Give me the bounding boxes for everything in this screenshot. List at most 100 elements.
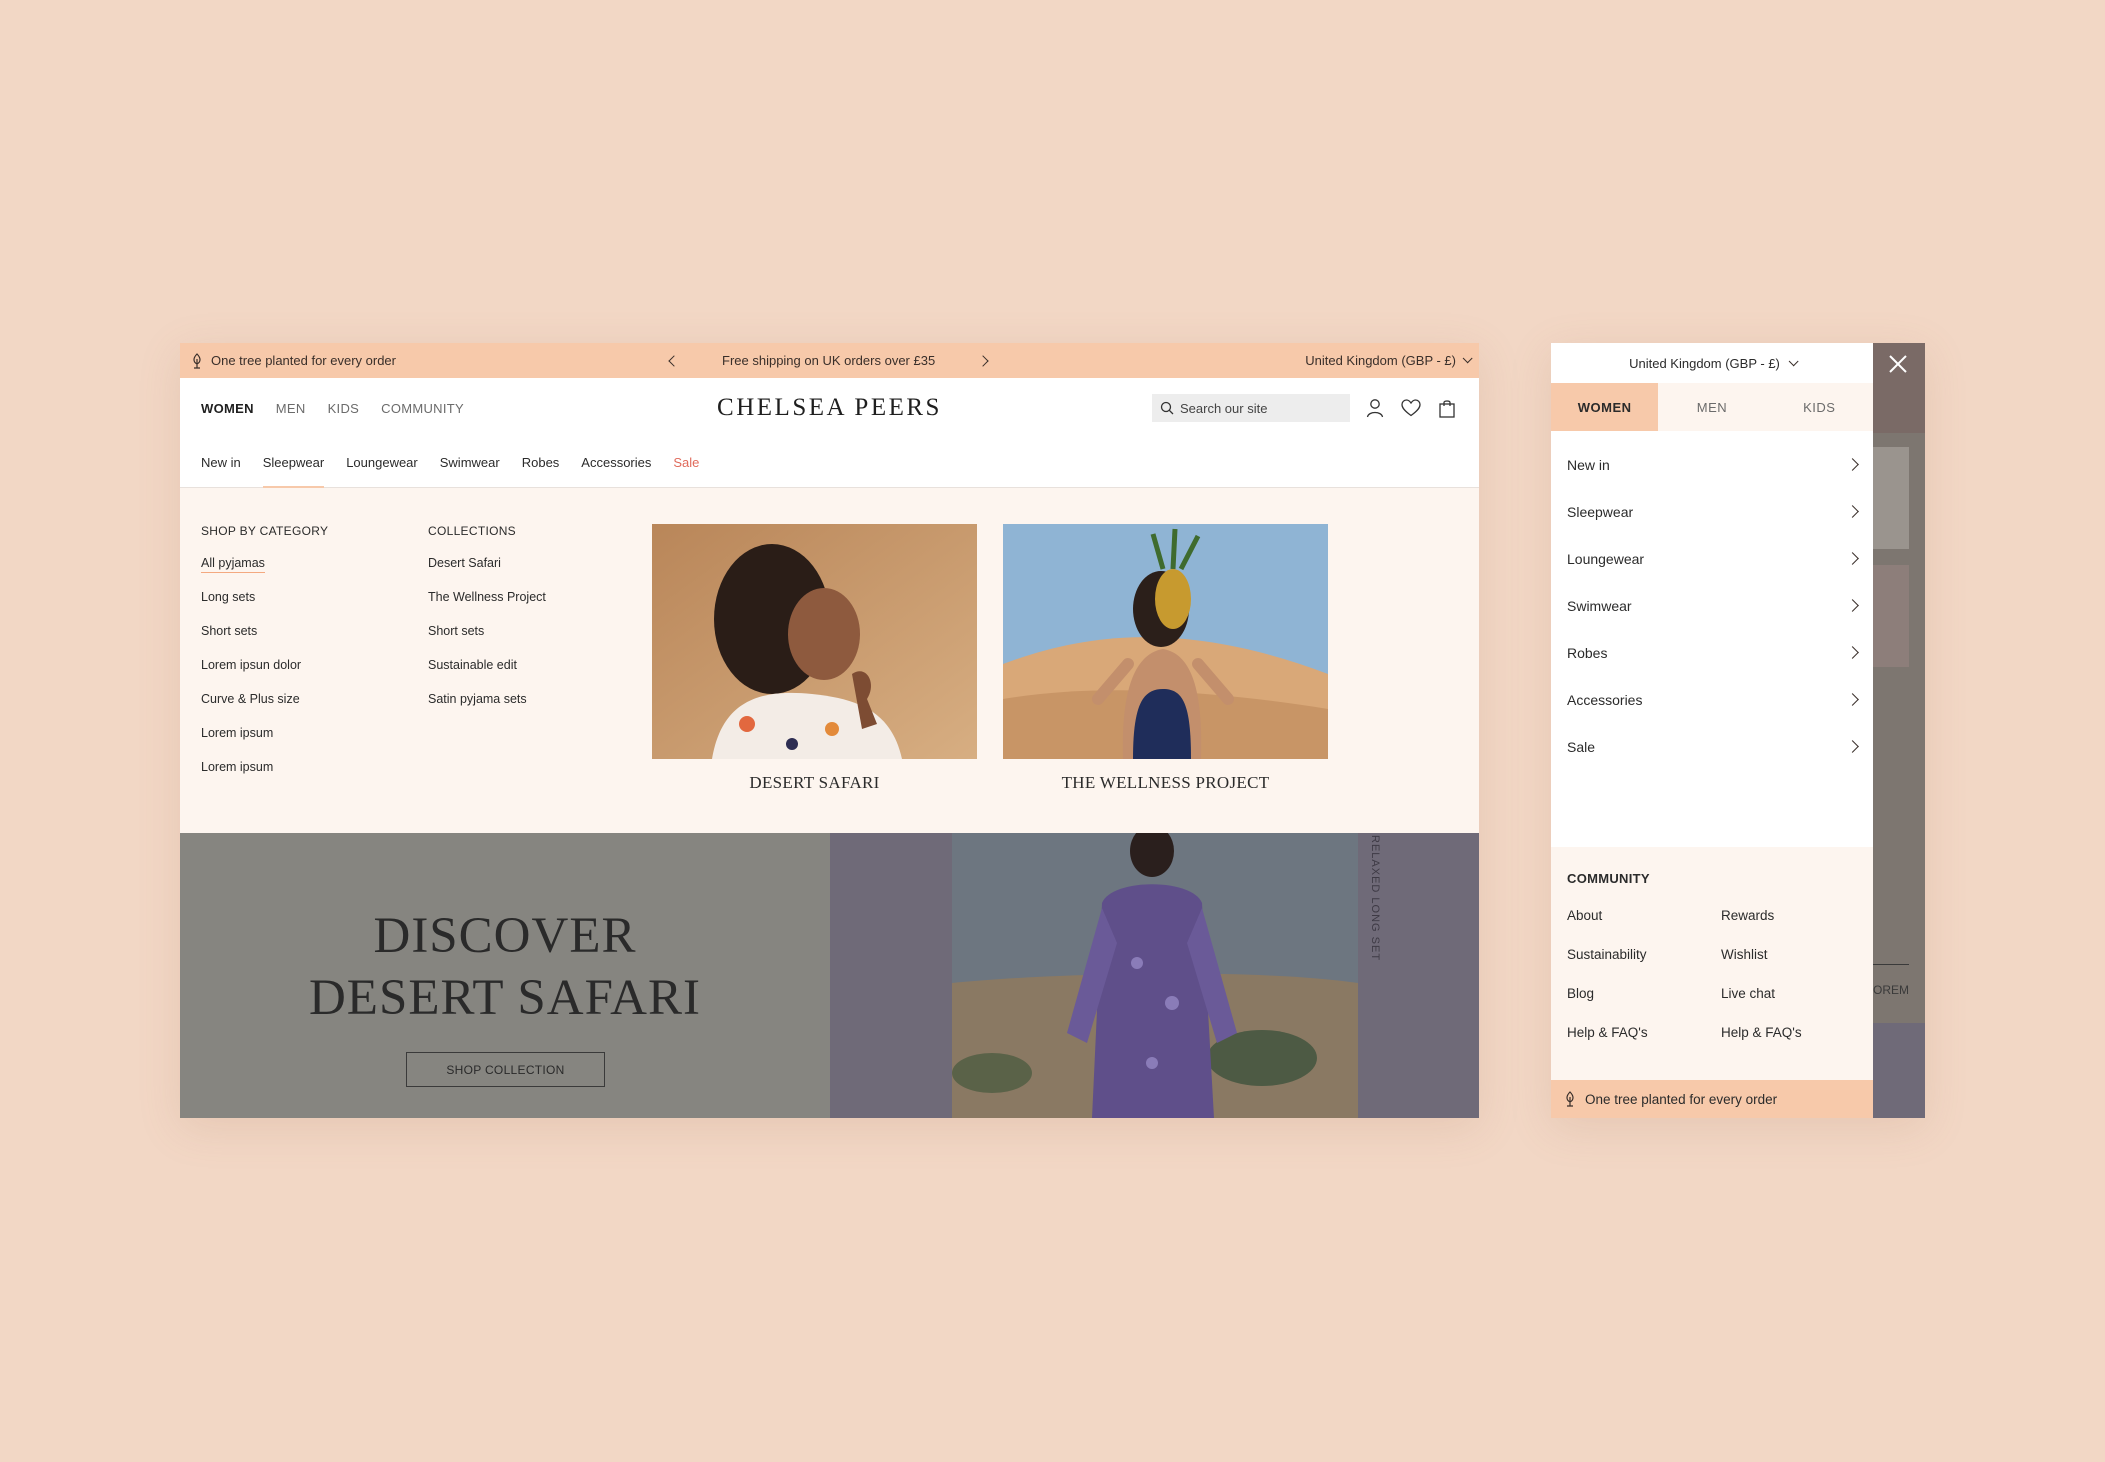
mobile-tab-men[interactable]: MEN xyxy=(1658,383,1766,431)
tab-men[interactable]: MEN xyxy=(276,401,306,416)
chevron-right-icon xyxy=(1846,693,1859,706)
nav-actions: Search our site xyxy=(1152,394,1458,422)
wellness-project-image xyxy=(1003,524,1328,759)
user-icon xyxy=(1366,399,1384,418)
community-link[interactable]: Live chat xyxy=(1721,986,1873,1001)
chevron-left-icon[interactable] xyxy=(668,354,680,367)
shop-by-category-heading: SHOP BY CATEGORY xyxy=(201,524,329,538)
mega-link[interactable]: Lorem ipsun dolor xyxy=(201,658,428,672)
mega-link[interactable]: The Wellness Project xyxy=(428,590,655,604)
cat-robes[interactable]: Robes xyxy=(522,438,560,487)
hero-banner: DISCOVER DESERT SAFARI SHOP COLLECTION R… xyxy=(180,833,1479,1118)
mega-link[interactable]: Short sets xyxy=(201,624,428,638)
wishlist-button[interactable] xyxy=(1400,397,1422,419)
community-link[interactable]: Help & FAQ's xyxy=(1721,1025,1873,1040)
chevron-down-icon xyxy=(1462,353,1473,364)
chevron-right-icon xyxy=(1846,740,1859,753)
cat-loungewear[interactable]: Loungewear xyxy=(346,438,418,487)
mega-link[interactable]: Satin pyjama sets xyxy=(428,692,655,706)
cat-accessories[interactable]: Accessories xyxy=(581,438,651,487)
gender-tabs: WOMEN MEN KIDS COMMUNITY xyxy=(201,401,464,416)
community-link[interactable]: Wishlist xyxy=(1721,947,1873,962)
promo-carousel: Free shipping on UK orders over £35 xyxy=(668,353,989,368)
mobile-menu-item[interactable]: New in xyxy=(1567,441,1859,488)
search-placeholder: Search our site xyxy=(1180,400,1268,416)
desert-safari-caption: DESERT SAFARI xyxy=(749,773,880,792)
chevron-down-icon xyxy=(1788,355,1799,366)
mobile-menu-item[interactable]: Sale xyxy=(1567,723,1859,770)
close-icon[interactable] xyxy=(1885,351,1911,377)
desert-safari-image xyxy=(652,524,977,759)
chevron-right-icon xyxy=(1846,458,1859,471)
region-label: United Kingdom (GBP - £) xyxy=(1305,353,1456,368)
mega-link[interactable]: Sustainable edit xyxy=(428,658,655,672)
shopping-bag-icon xyxy=(1439,399,1455,418)
collections-heading: COLLECTIONS xyxy=(428,524,516,538)
mobile-community-section: COMMUNITY About Rewards Sustainability W… xyxy=(1551,847,1873,1080)
chevron-right-icon xyxy=(1846,646,1859,659)
mega-link[interactable]: Curve & Plus size xyxy=(201,692,428,706)
mobile-tab-kids[interactable]: KIDS xyxy=(1765,383,1873,431)
shop-by-category-column: SHOP BY CATEGORY All pyjamas Long sets S… xyxy=(201,524,428,797)
community-link[interactable]: Rewards xyxy=(1721,908,1873,923)
mobile-menu-list: New in Sleepwear Loungewear Swimwear Rob… xyxy=(1551,431,1873,770)
chevron-right-icon xyxy=(1846,505,1859,518)
tree-icon xyxy=(1566,1091,1574,1107)
cat-new-in[interactable]: New in xyxy=(201,438,241,487)
community-link[interactable]: Blog xyxy=(1567,986,1721,1001)
collection-card-desert-safari[interactable]: DESERT SAFARI xyxy=(652,524,977,793)
mega-link[interactable]: All pyjamas xyxy=(201,556,428,573)
brand-logo[interactable]: CHELSEA PEERS xyxy=(717,394,942,422)
desktop-mockup: One tree planted for every order Free sh… xyxy=(180,343,1479,1118)
community-link[interactable]: Sustainability xyxy=(1567,947,1721,962)
community-link[interactable]: About xyxy=(1567,908,1721,923)
account-button[interactable] xyxy=(1364,397,1386,419)
community-links: About Rewards Sustainability Wishlist Bl… xyxy=(1567,908,1857,1040)
mobile-menu-item[interactable]: Sleepwear xyxy=(1567,488,1859,535)
promo-left-text: One tree planted for every order xyxy=(211,353,396,368)
cat-swimwear[interactable]: Swimwear xyxy=(440,438,500,487)
mobile-tab-women[interactable]: WOMEN xyxy=(1551,383,1659,431)
tree-icon xyxy=(193,352,201,369)
mobile-menu-item[interactable]: Loungewear xyxy=(1567,535,1859,582)
shop-collection-button[interactable]: SHOP COLLECTION xyxy=(406,1052,605,1087)
bag-button[interactable] xyxy=(1436,397,1458,419)
chevron-right-icon xyxy=(1846,552,1859,565)
mega-link[interactable]: Desert Safari xyxy=(428,556,655,570)
community-heading: COMMUNITY xyxy=(1567,871,1650,886)
collections-column: COLLECTIONS Desert Safari The Wellness P… xyxy=(428,524,655,797)
region-selector[interactable]: United Kingdom (GBP - £) xyxy=(1305,353,1473,368)
hero-image-panel xyxy=(830,833,1479,1118)
mobile-region-selector[interactable]: United Kingdom (GBP - £) xyxy=(1551,343,1873,383)
hero-title-line2: DESERT SAFARI xyxy=(308,970,702,1026)
mega-link[interactable]: Lorem ipsum xyxy=(201,726,428,740)
mobile-menu-item[interactable]: Accessories xyxy=(1567,676,1859,723)
mega-link[interactable]: Long sets xyxy=(201,590,428,604)
promo-center-text: Free shipping on UK orders over £35 xyxy=(722,353,936,368)
mobile-footer-text: One tree planted for every order xyxy=(1585,1091,1778,1107)
mobile-menu-item[interactable]: Swimwear xyxy=(1567,582,1859,629)
hero-vertical-label: RELAXED LONG SET xyxy=(1369,835,1381,962)
community-link[interactable]: Help & FAQ's xyxy=(1567,1025,1721,1040)
chevron-right-icon[interactable] xyxy=(977,354,989,367)
heart-icon xyxy=(1401,399,1421,417)
mobile-menu-drawer: United Kingdom (GBP - £) WOMEN MEN KIDS … xyxy=(1551,343,1873,1118)
search-input[interactable]: Search our site xyxy=(1152,394,1350,422)
mega-link[interactable]: Lorem ipsum xyxy=(201,760,428,774)
collection-card-wellness-project[interactable]: THE WELLNESS PROJECT xyxy=(1003,524,1328,793)
tab-kids[interactable]: KIDS xyxy=(328,401,360,416)
mega-link[interactable]: Short sets xyxy=(428,624,655,638)
mobile-region-label: United Kingdom (GBP - £) xyxy=(1629,355,1780,371)
hero-photo xyxy=(952,833,1358,1118)
tab-community[interactable]: COMMUNITY xyxy=(381,401,464,416)
mobile-footer-banner: One tree planted for every order xyxy=(1551,1080,1873,1118)
cat-sleepwear[interactable]: Sleepwear xyxy=(262,438,325,488)
mobile-bg-tile xyxy=(1865,1023,1925,1118)
wellness-project-caption: THE WELLNESS PROJECT xyxy=(1061,773,1270,792)
mega-menu: SHOP BY CATEGORY All pyjamas Long sets S… xyxy=(180,488,1479,833)
tab-women[interactable]: WOMEN xyxy=(201,401,254,416)
mobile-menu-item[interactable]: Robes xyxy=(1567,629,1859,676)
category-nav: New in Sleepwear Loungewear Swimwear Rob… xyxy=(180,438,1479,488)
mobile-gender-tabs: WOMEN MEN KIDS xyxy=(1551,383,1873,431)
cat-sale[interactable]: Sale xyxy=(673,438,699,487)
